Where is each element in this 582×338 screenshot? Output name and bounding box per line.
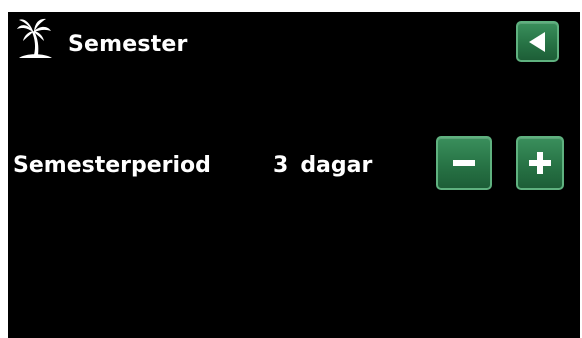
palm-tree-icon: [15, 17, 55, 61]
back-arrow-icon: [525, 29, 551, 55]
decrement-button[interactable]: [436, 136, 492, 190]
setting-value: 3 dagar: [273, 153, 372, 178]
setting-value-unit: dagar: [300, 153, 373, 178]
setting-value-number: 3: [273, 153, 289, 178]
page-title: Semester: [68, 32, 188, 57]
back-button[interactable]: [516, 21, 559, 62]
plus-icon: [527, 150, 553, 176]
device-screen: Semester Semesterperiod 3 dagar: [8, 12, 580, 338]
header: Semester: [8, 12, 580, 76]
setting-label: Semesterperiod: [13, 153, 211, 178]
increment-button[interactable]: [516, 136, 564, 190]
minus-icon: [451, 150, 477, 176]
